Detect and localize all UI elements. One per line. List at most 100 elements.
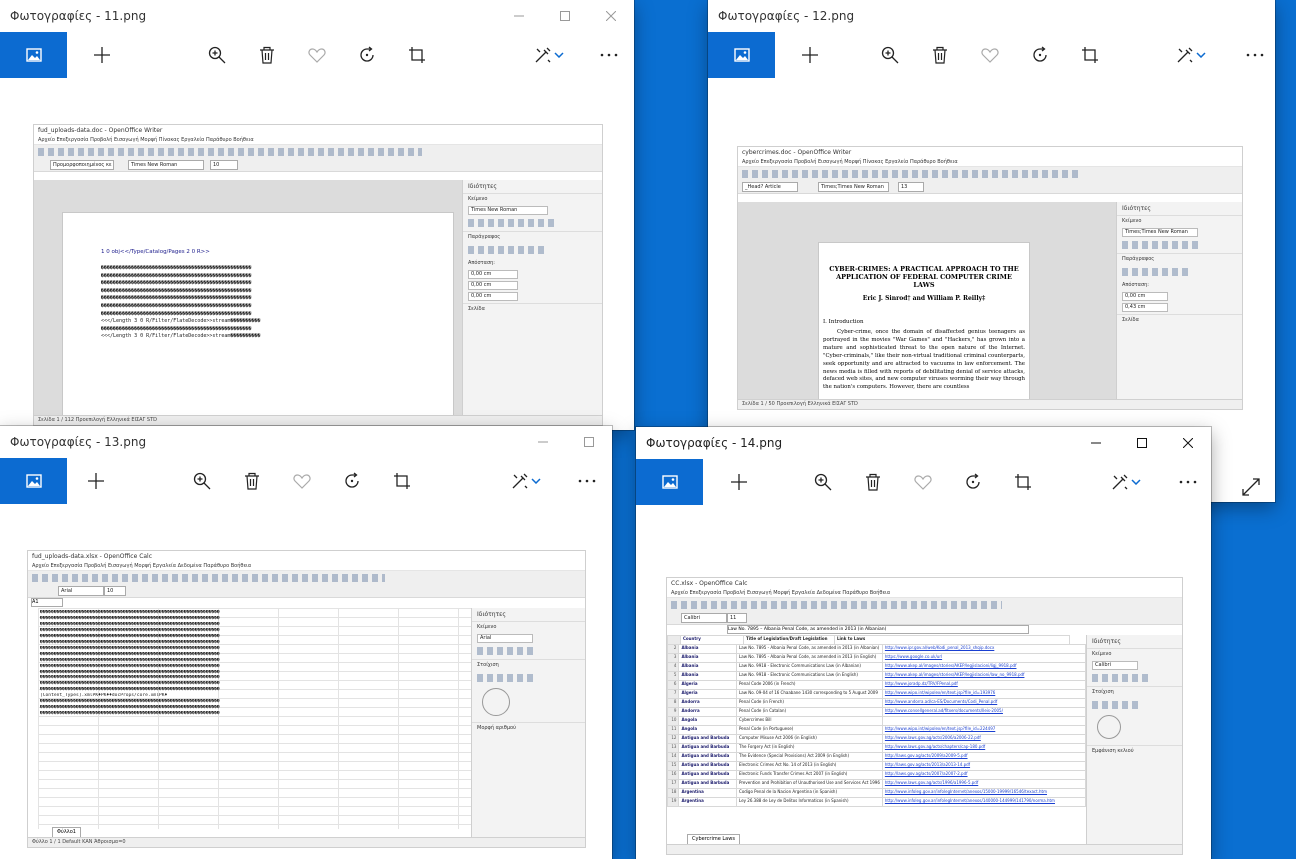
table-row[interactable]: 7 Algeria Law No. 09-04 of 16 Chaabane 143… [667,689,1087,699]
cell-link[interactable]: http://www.andorra.ad/ca-ES/Documents/Co… [881,698,1087,708]
cell-title[interactable]: The Forgery Act (in English) [736,743,883,753]
cell-title[interactable]: The Evidence (Special Provisions) Act 20… [736,752,883,762]
title-bar[interactable]: Φωτογραφίες - 14.png [636,427,1211,459]
table-row[interactable]: 13 Antigua and Barbuda The Forgery Act (in… [667,743,1087,753]
cell-title[interactable]: Prevention and Prohibition of Unauthoris… [736,779,883,789]
minimize-button[interactable] [1073,427,1119,459]
cell-link[interactable]: http://www.joradp.dz/TRV/FPenal.pdf [881,680,1087,690]
more-button[interactable] [1240,32,1270,78]
cell-title[interactable]: Codigo Penal de la Nacion Argentina (in … [736,788,883,798]
cell-link[interactable]: http://www.laws.gov.ag/acts/2006/a2006-2… [881,734,1087,744]
cell-title[interactable]: Law No. 7895 - Albania Penal Code, as am… [736,653,883,663]
image-button[interactable] [0,32,67,78]
table-row[interactable]: 5 Albania Law No. 9918 - Electronic Commun… [667,671,1087,681]
minimize-button[interactable] [520,426,566,458]
add-button[interactable] [81,458,111,504]
cell-title[interactable]: Law No. 09-04 of 16 Chaabane 1430 corres… [736,689,883,699]
cell-title[interactable]: Electronic Crimes Act No. 14 of 2013 (in… [736,761,883,771]
table-row[interactable]: 4 Albania Law No. 9918 - Electronic Commun… [667,662,1087,672]
orientation-dial[interactable] [482,688,510,716]
crop-button[interactable] [1008,459,1038,505]
more-button[interactable] [1173,459,1203,505]
favorite-button[interactable] [975,32,1005,78]
minimize-button[interactable] [496,0,542,32]
table-row[interactable]: 17 Antigua and Barbuda Prevention and Proh… [667,779,1087,789]
cell-title[interactable]: Penal Code (in Catalan) [736,707,883,717]
cell-country[interactable]: Andorra [678,698,738,708]
crop-button[interactable] [402,32,432,78]
cell-country[interactable]: Angola [678,725,738,735]
table-row[interactable]: 10 Angola Cybercrimes Bill [667,716,1087,726]
cell-link[interactable]: http://www.akep.al/images/stories/AKEP/l… [881,662,1087,672]
cell-country[interactable]: Antigua and Barbuda [678,770,738,780]
cell-country[interactable]: Antigua and Barbuda [678,779,738,789]
title-bar[interactable]: Φωτογραφίες - 11.png [0,0,634,32]
cell-title[interactable]: Penal Code (in Portuguese) [736,725,883,735]
cell-country[interactable]: Angola [678,716,738,726]
cell-title[interactable]: Penal Code (in French) [736,698,883,708]
table-row[interactable]: 8 Andorra Penal Code (in French) http://www… [667,698,1087,708]
favorite-button[interactable] [287,458,317,504]
cell-link[interactable]: https://www.google.co.uk/url [881,653,1087,663]
cell-link[interactable]: http://www.infoleg.gov.ar/infolegInterne… [881,788,1087,798]
favorite-button[interactable] [908,459,938,505]
delete-button[interactable] [237,458,267,504]
table-row[interactable]: 12 Antigua and Barbuda Computer Misuse Act… [667,734,1087,744]
image-button[interactable] [0,458,67,504]
table-row[interactable]: 6 Algeria Penal Code 2006 (in French) http:… [667,680,1087,690]
cell-link[interactable]: http://www.laws.gov.ag/acts/1996/a1996-5… [881,779,1087,789]
edit-dropdown[interactable] [528,458,544,504]
add-button[interactable] [795,32,825,78]
more-button[interactable] [594,32,624,78]
rotate-button[interactable] [352,32,382,78]
cell-country[interactable]: Argentina [678,788,738,798]
table-row[interactable]: 18 Argentina Codigo Penal de la Nacion Arg… [667,788,1087,798]
table-row[interactable]: 3 Albania Law No. 7895 - Albania Penal Cod… [667,653,1087,663]
cell-title[interactable]: Computer Misuse Act 2006 (in English) [736,734,883,744]
cell-title[interactable]: Law No. 9918 - Electronic Communications… [736,671,883,681]
crop-button[interactable] [1075,32,1105,78]
table-row[interactable]: 19 Argentina Ley 26.388 de Ley de Delitos … [667,797,1087,807]
formula-bar[interactable]: Law No. 7895 – Albania Penal Code, as am… [727,625,1029,634]
cell-link[interactable]: http://www.wipo.int/wipolex/en/text.jsp?… [881,689,1087,699]
maximize-button[interactable] [566,426,612,458]
cell-link[interactable]: http://laws.gov.ag/acts/2007/a2007-2.pdf [881,770,1087,780]
edit-dropdown[interactable] [551,32,567,78]
cell-link[interactable] [881,716,1087,726]
fullscreen-button[interactable] [1236,464,1266,502]
table-row[interactable]: 2 Albania Law No. 7895 - Albania Penal Cod… [667,644,1087,654]
table-row[interactable]: 11 Angola Penal Code (in Portuguese) http:/… [667,725,1087,735]
cell-link[interactable]: http://www.consellgeneral.ad/fitxers/doc… [881,707,1087,717]
add-button[interactable] [87,32,117,78]
cell-link[interactable]: http://laws.gov.ag/acts/2013/a2013-14.pd… [881,761,1087,771]
title-bar[interactable]: Φωτογραφίες - 13.png [0,426,612,458]
rotate-button[interactable] [337,458,367,504]
cell-title[interactable]: Penal Code 2006 (in French) [736,680,883,690]
cell-link[interactable]: http://laws.gov.ag/acts/2009/a2009-5.pdf [881,752,1087,762]
zoom-button[interactable] [187,458,217,504]
edit-dropdown[interactable] [1128,459,1144,505]
zoom-button[interactable] [808,459,838,505]
cell-country[interactable]: Andorra [678,707,738,717]
cell-country[interactable]: Argentina [678,797,738,807]
orientation-dial[interactable] [1097,715,1121,739]
table-row[interactable]: 9 Andorra Penal Code (in Catalan) http://ww… [667,707,1087,717]
cell-country[interactable]: Antigua and Barbuda [678,743,738,753]
title-bar[interactable]: Φωτογραφίες - 12.png [708,0,1275,32]
cell-country[interactable]: Antigua and Barbuda [678,761,738,771]
image-button[interactable] [708,32,775,78]
table-row[interactable]: 16 Antigua and Barbuda Electronic Funds Tr… [667,770,1087,780]
more-button[interactable] [572,458,602,504]
cell-country[interactable]: Albania [678,662,738,672]
cell-country[interactable]: Algeria [678,689,738,699]
rotate-button[interactable] [1025,32,1055,78]
rotate-button[interactable] [958,459,988,505]
cell-country[interactable]: Antigua and Barbuda [678,734,738,744]
cell-country[interactable]: Albania [678,644,738,654]
close-button[interactable] [1165,427,1211,459]
edit-dropdown[interactable] [1193,32,1209,78]
image-button[interactable] [636,459,703,505]
maximize-button[interactable] [542,0,588,32]
cell-title[interactable]: Law No. 7895 - Albania Penal Code, as am… [736,644,883,654]
cell-link[interactable]: http://www.akep.al/images/stories/AKEP/l… [881,671,1087,681]
